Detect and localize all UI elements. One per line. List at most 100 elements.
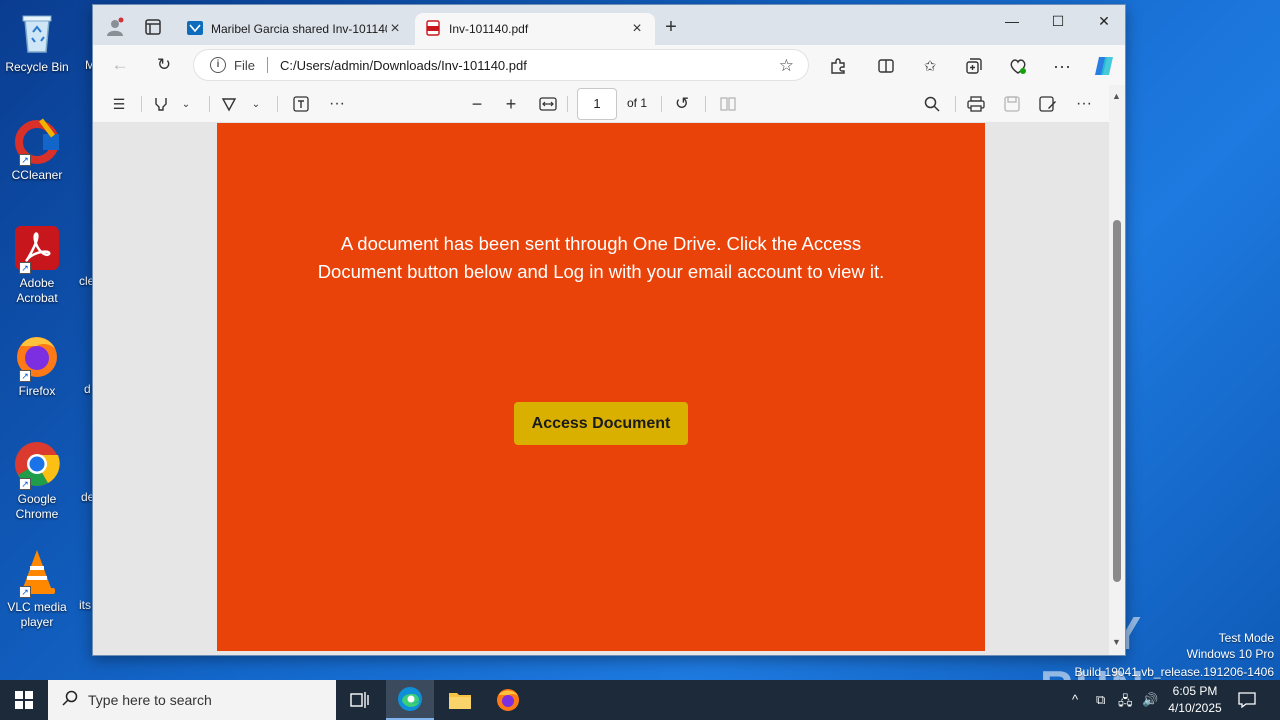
favorite-star-icon[interactable]: ☆ bbox=[779, 56, 794, 76]
new-tab-icon[interactable]: + bbox=[661, 16, 681, 38]
print-icon[interactable] bbox=[965, 94, 987, 114]
profile-icon[interactable] bbox=[105, 17, 125, 37]
desktop-icon-ccleaner[interactable]: ↗ CCleaner bbox=[4, 116, 70, 183]
scrollbar-thumb[interactable] bbox=[1113, 220, 1121, 582]
test-mode-label: Test Mode bbox=[1218, 631, 1274, 645]
chevron-down-icon[interactable]: ⌄ bbox=[179, 94, 193, 114]
browser-essentials-icon[interactable] bbox=[1007, 55, 1029, 77]
tab-strip: Maribel Garcia shared Inv-101140 × Inv-1… bbox=[93, 5, 1125, 45]
edge-taskbar-icon[interactable] bbox=[386, 680, 434, 720]
collections-icon[interactable] bbox=[963, 55, 985, 77]
minimize-icon[interactable]: — bbox=[989, 5, 1035, 37]
clock-date: 4/10/2025 bbox=[1168, 701, 1222, 715]
table-of-contents-icon[interactable]: ☰ bbox=[109, 94, 129, 114]
save-icon[interactable] bbox=[1001, 94, 1023, 114]
show-hidden-icons-icon[interactable]: ^ bbox=[1072, 692, 1078, 707]
shortcut-arrow-icon: ↗ bbox=[19, 262, 31, 274]
divider bbox=[266, 57, 268, 73]
search-icon[interactable] bbox=[921, 94, 943, 114]
vertical-scrollbar[interactable]: ▲ ▼ bbox=[1109, 85, 1125, 655]
partial-desktop-label: d bbox=[84, 382, 91, 396]
clock-time: 6:05 PM bbox=[1172, 684, 1218, 698]
draw-icon[interactable] bbox=[219, 94, 239, 114]
page-number-input[interactable]: 1 bbox=[577, 88, 617, 120]
url-scheme-label: File bbox=[234, 57, 255, 73]
desktop-icon-adobe-acrobat[interactable]: ↗ Adobe Acrobat bbox=[4, 224, 70, 306]
more-menu-icon[interactable]: ··· bbox=[1051, 55, 1073, 77]
ccleaner-icon: ↗ bbox=[13, 116, 61, 166]
copilot-icon[interactable] bbox=[1093, 55, 1115, 77]
divider bbox=[955, 96, 956, 112]
desktop-icon-firefox[interactable]: ↗ Firefox bbox=[4, 332, 70, 399]
divider bbox=[141, 96, 142, 112]
pdf-page: A document has been sent through One Dri… bbox=[217, 123, 985, 651]
windows-build-label: Build 19041.vb_release.191206-1406 bbox=[1074, 665, 1275, 679]
divider bbox=[661, 96, 662, 112]
device-icon[interactable]: ⧉ bbox=[1096, 692, 1105, 708]
file-explorer-icon[interactable] bbox=[436, 680, 484, 720]
page-view-icon[interactable] bbox=[717, 94, 739, 114]
desktop-icon-recycle-bin[interactable]: Recycle Bin bbox=[4, 8, 70, 75]
vlc-icon: ↗ bbox=[13, 548, 61, 598]
pdf-message: A document has been sent through One Dri… bbox=[317, 233, 885, 282]
maximize-icon[interactable]: ☐ bbox=[1035, 5, 1081, 37]
close-window-icon[interactable]: ✕ bbox=[1081, 5, 1125, 37]
desktop-icon-label: Google Chrome bbox=[15, 492, 59, 521]
volume-icon[interactable]: 🔊 bbox=[1142, 692, 1158, 708]
scroll-up-icon[interactable]: ▲ bbox=[1112, 91, 1121, 101]
highlight-icon[interactable] bbox=[151, 94, 171, 114]
desktop-icon-vlc[interactable]: ↗ VLC media player bbox=[4, 548, 70, 630]
divider bbox=[705, 96, 706, 112]
refresh-icon[interactable]: ↻ bbox=[151, 54, 177, 76]
firefox-taskbar-icon[interactable] bbox=[484, 680, 532, 720]
taskbar: Type here to search ^ ⧉ 🖧 🔊 6:05 PM 4/10… bbox=[0, 680, 1280, 720]
desktop-icon-label: Recycle Bin bbox=[5, 60, 69, 74]
desktop-icon-label: Adobe Acrobat bbox=[16, 276, 58, 305]
shortcut-arrow-icon: ↗ bbox=[19, 154, 31, 166]
desktop-icon-label: CCleaner bbox=[11, 168, 63, 182]
tab-title: Maribel Garcia shared Inv-101140 bbox=[211, 22, 387, 36]
notifications-icon[interactable] bbox=[1238, 692, 1256, 711]
divider bbox=[277, 96, 278, 112]
tab-pdf[interactable]: Inv-101140.pdf × bbox=[415, 13, 655, 45]
task-view-icon[interactable] bbox=[336, 680, 384, 720]
rotate-icon[interactable]: ↺ bbox=[671, 94, 693, 114]
desktop-icon-google-chrome[interactable]: ↗ Google Chrome bbox=[4, 440, 70, 522]
tab-outlook[interactable]: Maribel Garcia shared Inv-101140 × bbox=[177, 13, 413, 45]
info-icon[interactable]: i bbox=[210, 57, 226, 73]
shortcut-arrow-icon: ↗ bbox=[19, 586, 31, 598]
chevron-down-icon[interactable]: ⌄ bbox=[249, 94, 263, 114]
search-placeholder: Type here to search bbox=[88, 692, 212, 708]
desktop-icon-label: VLC media player bbox=[7, 600, 67, 629]
pdf-icon bbox=[425, 19, 441, 39]
extensions-icon[interactable] bbox=[827, 55, 849, 77]
page-count-label: of 1 bbox=[627, 96, 648, 110]
recycle-bin-icon bbox=[13, 8, 61, 56]
tab-actions-icon[interactable] bbox=[143, 17, 163, 37]
partial-desktop-label: its bbox=[79, 598, 91, 612]
shortcut-arrow-icon: ↗ bbox=[19, 478, 31, 490]
system-clock[interactable]: 6:05 PM 4/10/2025 bbox=[1160, 683, 1230, 717]
address-bar-row: ← ↻ i File C:/Users/admin/Downloads/Inv-… bbox=[93, 45, 1125, 85]
zoom-in-icon[interactable]: + bbox=[501, 94, 521, 114]
taskbar-search-box[interactable]: Type here to search bbox=[48, 680, 336, 720]
pdf-viewer: A document has been sent through One Dri… bbox=[93, 123, 1109, 655]
back-icon[interactable]: ← bbox=[107, 54, 133, 76]
favorites-icon[interactable]: ✩ bbox=[919, 55, 941, 77]
url-text[interactable]: C:/Users/admin/Downloads/Inv-101140.pdf bbox=[280, 58, 527, 73]
more-tools-icon[interactable]: ··· bbox=[327, 94, 347, 114]
fit-to-width-icon[interactable] bbox=[537, 94, 559, 114]
scroll-down-icon[interactable]: ▼ bbox=[1112, 637, 1121, 647]
network-icon[interactable]: 🖧 bbox=[1118, 692, 1133, 714]
add-text-icon[interactable] bbox=[291, 94, 311, 114]
pdf-more-icon[interactable]: ··· bbox=[1073, 94, 1095, 114]
chrome-icon: ↗ bbox=[13, 440, 61, 490]
access-document-button[interactable]: Access Document bbox=[514, 402, 688, 445]
zoom-out-icon[interactable]: − bbox=[467, 94, 487, 114]
tab-close-icon[interactable]: × bbox=[629, 20, 645, 38]
address-bar[interactable]: i File C:/Users/admin/Downloads/Inv-1011… bbox=[193, 49, 809, 81]
start-button[interactable] bbox=[0, 680, 48, 720]
save-as-icon[interactable] bbox=[1037, 94, 1059, 114]
split-screen-icon[interactable] bbox=[875, 55, 897, 77]
tab-close-icon[interactable]: × bbox=[387, 20, 403, 38]
